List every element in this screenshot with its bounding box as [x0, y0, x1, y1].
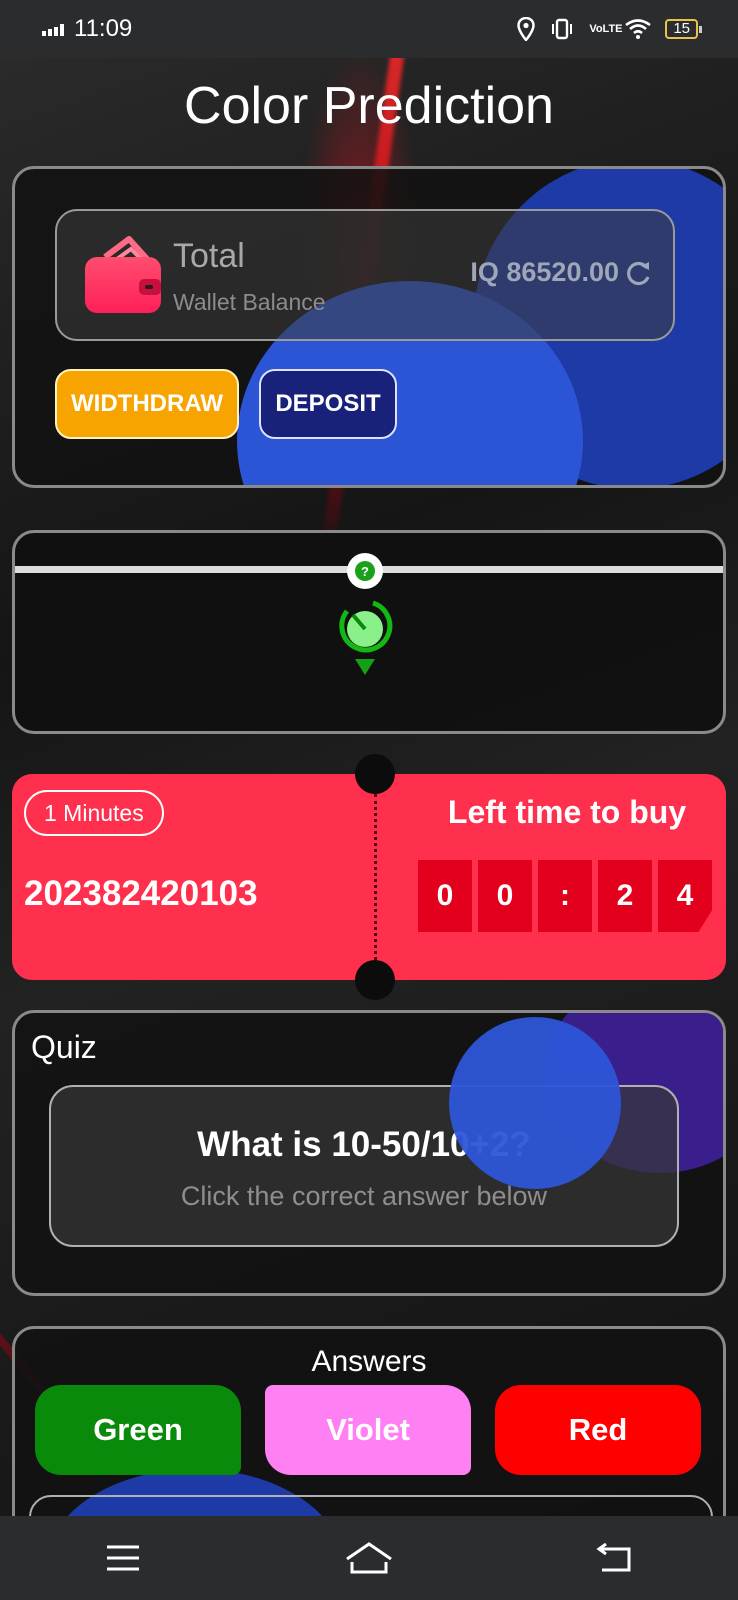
home-button[interactable] — [339, 1536, 399, 1580]
period-id: 202382420103 — [24, 874, 258, 913]
decor-circle — [449, 1017, 621, 1189]
duration-chip[interactable]: 1 Minutes — [24, 790, 164, 836]
pointer-icon — [339, 600, 393, 675]
answers-title: Answers — [311, 1345, 427, 1378]
ticket-notch — [355, 754, 395, 794]
page-title: Color Prediction — [184, 77, 554, 135]
menu-icon — [107, 1545, 139, 1571]
countdown-digit: 0 — [418, 860, 472, 932]
wifi-icon — [625, 19, 652, 39]
ticket-divider — [374, 794, 377, 960]
volte-icon: VoLTE — [589, 23, 623, 35]
countdown-timer: 0 0 : 2 4 — [418, 860, 712, 932]
home-icon — [346, 1542, 392, 1574]
battery-icon: 15 — [665, 19, 702, 39]
menu-button[interactable] — [93, 1536, 153, 1580]
refresh-icon[interactable] — [625, 259, 653, 287]
answer-red-button[interactable]: Red — [495, 1385, 701, 1475]
quiz-hint: Click the correct answer below — [180, 1181, 548, 1211]
vibrate-icon — [552, 18, 573, 40]
spinner-panel: ? — [12, 530, 726, 734]
deposit-button[interactable]: DEPOSIT — [259, 369, 397, 439]
wallet-subtitle: Wallet Balance — [173, 289, 326, 315]
wallet-amount: IQ 86520.00 — [470, 257, 653, 288]
back-button[interactable] — [585, 1536, 645, 1580]
status-bar: 11:09 VoLTE 15 — [0, 0, 738, 58]
quiz-label: Quiz — [31, 1029, 97, 1065]
round-ticket: 1 Minutes 202382420103 Left time to buy … — [12, 754, 726, 1000]
wallet-balance-card: Total Wallet Balance IQ 86520.00 — [55, 209, 675, 341]
answer-green-button[interactable]: Green — [35, 1385, 241, 1475]
help-icon: ? — [355, 561, 375, 581]
countdown-digit: 2 — [598, 860, 652, 932]
left-time-label: Left time to buy — [447, 794, 687, 830]
quiz-panel: Quiz What is 10-50/10+2? Click the corre… — [12, 1010, 726, 1296]
countdown-digit: 0 — [478, 860, 532, 932]
countdown-digit: 4 — [658, 860, 712, 932]
wallet-title: Total — [173, 237, 245, 275]
answer-violet-button[interactable]: Violet — [265, 1385, 471, 1475]
wallet-icon — [85, 236, 161, 313]
back-icon — [596, 1543, 631, 1572]
wallet-amount-value: IQ 86520.00 — [470, 257, 619, 287]
ticket-notch — [355, 960, 395, 1000]
signal-icon — [42, 22, 64, 36]
location-icon — [517, 17, 536, 41]
status-time: 11:09 — [74, 15, 133, 42]
spinner-knob[interactable]: ? — [347, 553, 383, 589]
withdraw-button[interactable]: WIDTHDRAW — [55, 369, 239, 439]
system-nav-bar — [0, 1516, 738, 1600]
wallet-panel: Total Wallet Balance IQ 86520.00 WIDTHDR… — [12, 166, 726, 488]
countdown-separator: : — [538, 860, 592, 932]
